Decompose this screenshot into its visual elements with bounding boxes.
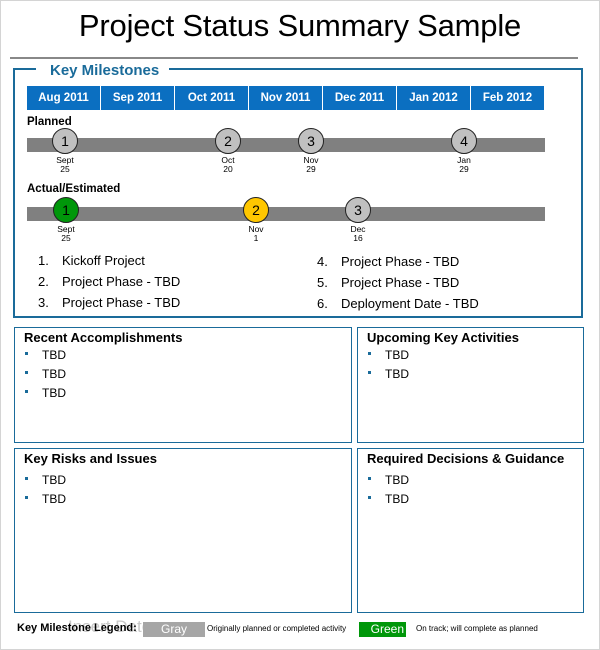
planned-milestone-3-date: Nov 29 [303, 155, 319, 174]
planned-milestone-2-date: Oct 20 [221, 155, 235, 174]
list-item: 4. Project Phase - TBD [317, 254, 460, 269]
panel-title: Recent Accomplishments [24, 330, 183, 345]
planned-milestone-1-date: Sept 25 [56, 155, 74, 174]
actual-label: Actual/Estimated [27, 183, 121, 195]
month-cell: Dec 2011 [323, 86, 397, 110]
actual-milestone-2: 2 [243, 197, 269, 223]
month-cell: Jan 2012 [397, 86, 471, 110]
milestone-legend: Insert Date Key Milestone Legend: Gray O… [0, 617, 600, 639]
planned-milestone-4: 4 [451, 128, 477, 154]
bullet-icon [368, 371, 371, 375]
bullet-icon [25, 352, 28, 356]
bullet-icon [368, 496, 371, 500]
planned-milestone-3: 3 [298, 128, 324, 154]
panel-title: Key Risks and Issues [24, 451, 157, 466]
list-item: 3. Project Phase - TBD [38, 295, 181, 310]
month-cell: Oct 2011 [175, 86, 249, 110]
page-title: Project Status Summary Sample [78, 8, 522, 43]
bullet-icon [25, 496, 28, 500]
legend-label: Key Milestone Legend: [17, 622, 137, 634]
actual-milestone-1-date: Sept 25 [57, 224, 75, 243]
month-cell: Feb 2012 [471, 86, 544, 110]
title-divider [10, 57, 578, 59]
month-cell: Nov 2011 [249, 86, 323, 110]
legend-gray-description: Originally planned or completed activity [207, 624, 347, 633]
legend-gray-swatch: Gray [143, 622, 205, 637]
actual-milestone-1: 1 [53, 197, 79, 223]
bullet-item: TBD [25, 348, 66, 362]
panel-title: Required Decisions & Guidance [367, 451, 565, 466]
bullet-icon [25, 390, 28, 394]
month-cell: Sep 2011 [101, 86, 175, 110]
key-risks-and-issues-panel: Key Risks and Issues TBD TBD [14, 448, 352, 613]
actual-milestone-3: 3 [345, 197, 371, 223]
list-item: 2. Project Phase - TBD [38, 274, 181, 289]
list-item: 1. Kickoff Project [38, 253, 145, 268]
planned-milestone-2: 2 [215, 128, 241, 154]
actual-timeline-bar [27, 207, 545, 221]
bullet-icon [368, 352, 371, 356]
bullet-item: TBD [25, 386, 66, 400]
bullet-item: TBD [25, 473, 66, 487]
panel-title: Upcoming Key Activities [367, 330, 519, 345]
bullet-item: TBD [368, 348, 409, 362]
month-cell: Aug 2011 [27, 86, 101, 110]
planned-milestone-4-date: Jan 29 [457, 155, 471, 174]
legend-green-swatch: Green [359, 622, 406, 637]
bullet-item: TBD [368, 492, 409, 506]
planned-milestone-1: 1 [52, 128, 78, 154]
planned-label: Planned [27, 116, 72, 128]
recent-accomplishments-panel: Recent Accomplishments TBD TBD TBD [14, 327, 352, 443]
bullet-item: TBD [25, 367, 66, 381]
month-header: Aug 2011 Sep 2011 Oct 2011 Nov 2011 Dec … [27, 86, 544, 110]
legend-green-description: On track; will complete as planned [416, 624, 538, 633]
bullet-icon [368, 477, 371, 481]
list-item: 6. Deployment Date - TBD [317, 296, 479, 311]
bullet-item: TBD [368, 367, 409, 381]
bullet-icon [25, 477, 28, 481]
list-item: 5. Project Phase - TBD [317, 275, 460, 290]
required-decisions-guidance-panel: Required Decisions & Guidance TBD TBD [357, 448, 584, 613]
key-milestones-heading: Key Milestones [36, 61, 170, 81]
bullet-item: TBD [368, 473, 409, 487]
actual-milestone-3-date: Dec 16 [350, 224, 366, 243]
bullet-item: TBD [25, 492, 66, 506]
actual-milestone-2-date: Nov 1 [248, 224, 264, 243]
bullet-icon [25, 371, 28, 375]
upcoming-key-activities-panel: Upcoming Key Activities TBD TBD [357, 327, 584, 443]
